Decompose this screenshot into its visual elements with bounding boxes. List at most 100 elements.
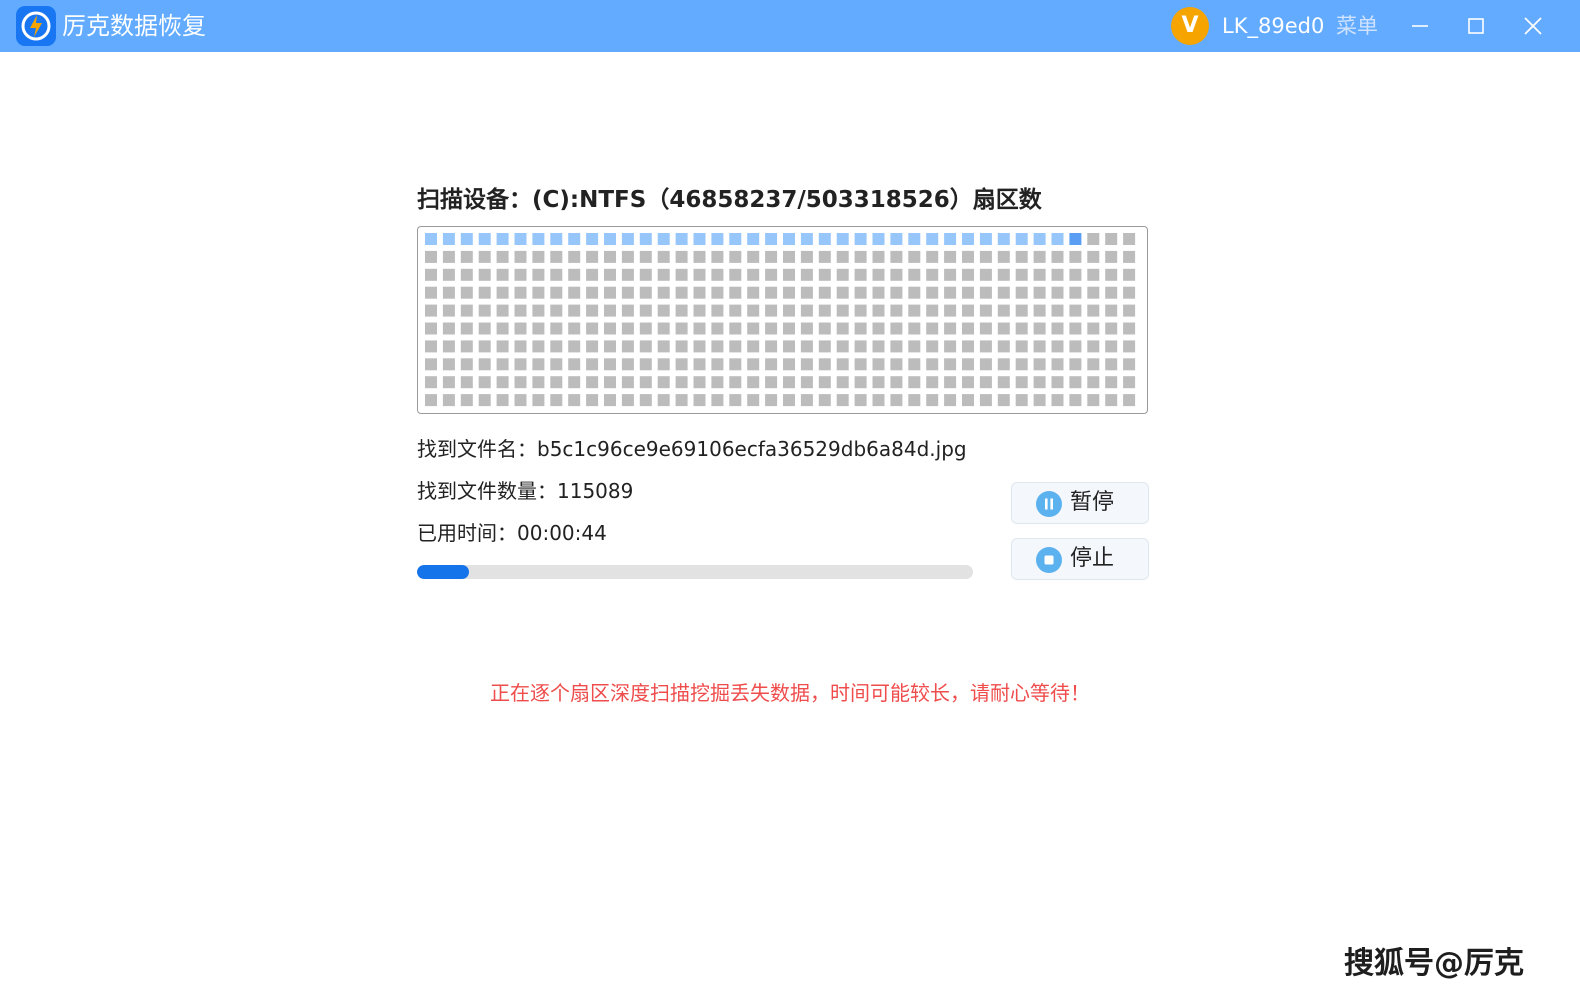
sector-block: [532, 340, 545, 353]
sector-block: [1051, 304, 1064, 317]
sector-block: [1033, 394, 1046, 407]
sector-block: [890, 376, 903, 389]
sector-block: [568, 376, 581, 389]
sector-block: [962, 340, 974, 353]
sector-block: [890, 268, 903, 281]
sector-block: [1087, 322, 1100, 335]
sector-block: [1105, 358, 1118, 371]
sector-block: [747, 340, 760, 353]
sector-block: [944, 322, 957, 335]
sector-block: [711, 304, 724, 317]
sector-block: [711, 394, 724, 407]
sector-block: [657, 268, 670, 281]
sector-block: [962, 286, 974, 299]
sector-block: [1087, 358, 1100, 371]
sector-block: [979, 322, 992, 335]
sector-block: [1105, 286, 1118, 299]
sector-block: [496, 286, 509, 299]
sector-block: [675, 250, 688, 263]
close-icon: [1524, 17, 1542, 35]
sector-block: [1105, 250, 1118, 263]
sector-block: [442, 286, 455, 299]
sector-block: [496, 358, 509, 371]
sector-block: [962, 268, 974, 281]
sector-block: [1015, 376, 1028, 389]
sector-block: [1069, 250, 1082, 263]
sector-block: [962, 250, 974, 263]
maximize-icon: [1468, 18, 1484, 34]
sector-block: [729, 322, 742, 335]
sector-block: [693, 340, 706, 353]
elapsed-time-label: 已用时间：: [417, 521, 517, 545]
sector-block: [478, 340, 491, 353]
sector-block: [1105, 376, 1118, 389]
menu-button[interactable]: 菜单: [1336, 12, 1378, 40]
sector-block: [1015, 250, 1028, 263]
sector-block: [872, 286, 885, 299]
sector-block: [604, 376, 616, 389]
sector-block: [425, 304, 437, 317]
close-button[interactable]: [1515, 8, 1551, 44]
sector-block: [818, 376, 831, 389]
sector-block: [621, 250, 634, 263]
sector-block: [783, 322, 795, 335]
sector-block: [944, 233, 957, 245]
sector-block: [747, 376, 760, 389]
sector-block: [926, 376, 939, 389]
sector-block: [711, 376, 724, 389]
sector-block: [442, 394, 455, 407]
pause-button[interactable]: 暂停: [1011, 482, 1149, 524]
sector-block: [765, 322, 778, 335]
sector-block: [460, 268, 473, 281]
sector-block: [1051, 250, 1064, 263]
sector-block: [729, 233, 742, 245]
username[interactable]: LK_89ed0: [1222, 12, 1324, 40]
sector-block: [1123, 250, 1136, 263]
sector-block: [765, 340, 778, 353]
sector-block: [442, 376, 455, 389]
sector-block: [890, 394, 903, 407]
sector-block: [1033, 358, 1046, 371]
sector-block: [711, 286, 724, 299]
sector-block: [747, 250, 760, 263]
sector-block: [639, 233, 652, 245]
sector-block: [693, 233, 706, 245]
minimize-icon: [1412, 25, 1428, 27]
sector-block: [872, 250, 885, 263]
sector-block: [1069, 304, 1082, 317]
sector-block: [962, 304, 974, 317]
sector-block: [962, 394, 974, 407]
sector-block: [818, 340, 831, 353]
sector-block: [836, 322, 849, 335]
sector-block: [604, 268, 616, 281]
sector-block: [657, 376, 670, 389]
stop-button[interactable]: 停止: [1011, 538, 1149, 580]
sector-block: [568, 322, 581, 335]
sector-block: [478, 304, 491, 317]
sector-block: [800, 268, 813, 281]
sector-block: [514, 358, 527, 371]
sector-block: [1015, 268, 1028, 281]
sector-block: [657, 358, 670, 371]
minimize-button[interactable]: [1402, 8, 1438, 44]
sector-block: [854, 376, 867, 389]
sector-block: [926, 286, 939, 299]
sector-block: [979, 376, 992, 389]
sector-block: [514, 250, 527, 263]
sector-block: [621, 322, 634, 335]
sector-block: [854, 304, 867, 317]
found-filename-value: b5c1c96ce9e69106ecfa36529db6a84d.jpg: [537, 437, 967, 461]
sector-block: [657, 340, 670, 353]
sector-block: [836, 233, 849, 245]
maximize-button[interactable]: [1458, 8, 1494, 44]
sector-block: [729, 268, 742, 281]
user-avatar[interactable]: V: [1171, 7, 1209, 45]
elapsed-time-value: 00:00:44: [517, 521, 607, 545]
sector-block: [783, 250, 795, 263]
sector-block: [514, 322, 527, 335]
found-count-value: 115089: [557, 479, 634, 503]
sector-block: [890, 358, 903, 371]
sector-block: [997, 394, 1010, 407]
sector-block: [1033, 286, 1046, 299]
sector-block: [962, 376, 974, 389]
